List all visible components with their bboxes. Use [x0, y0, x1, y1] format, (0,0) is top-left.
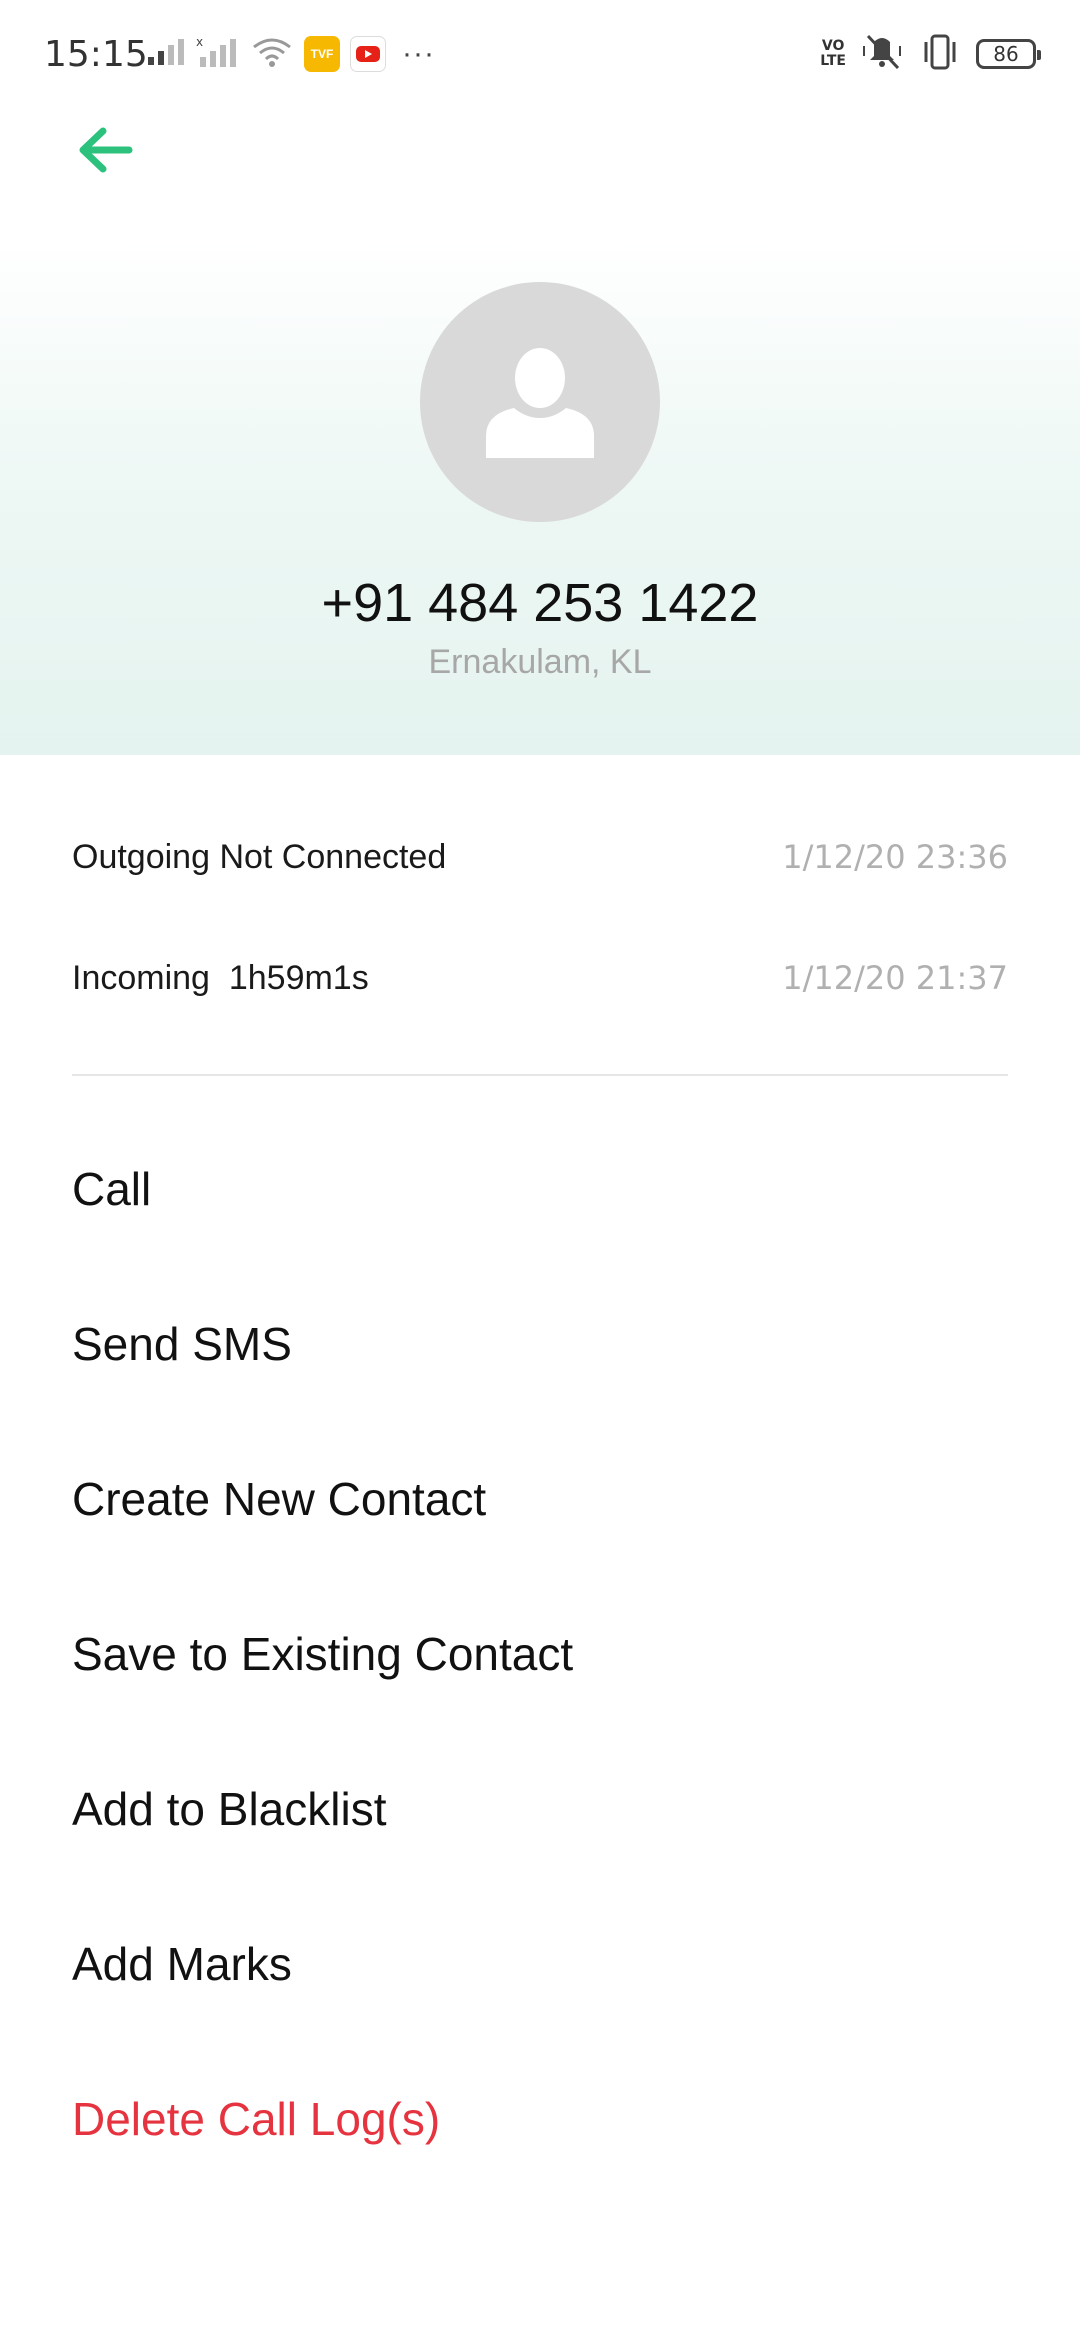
volte-top: VO — [821, 38, 845, 54]
send-sms-button[interactable]: Send SMS — [0, 1267, 1080, 1422]
more-notifications-icon: ··· — [402, 37, 435, 70]
add-marks-button[interactable]: Add Marks — [0, 1887, 1080, 2042]
call-log-row: Outgoing Not Connected 1/12/20 23:36 — [72, 800, 1008, 921]
tvf-badge-label: TVF — [310, 47, 334, 61]
call-log-time: 1/12/20 21:37 — [782, 959, 1008, 997]
call-log-type: Outgoing Not Connected — [72, 838, 447, 876]
status-bar: 15:15 x TVF ··· VO LTE 86 — [0, 0, 1080, 110]
volte-icon: VO LTE — [820, 39, 846, 69]
vibrate-muted-icon — [860, 32, 904, 77]
call-log-list: Outgoing Not Connected 1/12/20 23:36 Inc… — [72, 800, 1008, 1042]
tvf-app-icon: TVF — [304, 36, 340, 72]
status-right-icons: VO LTE 86 — [820, 30, 1041, 78]
phone-number: +91 484 253 1422 — [321, 573, 759, 633]
volte-bottom: LTE — [820, 53, 846, 69]
back-arrow-icon — [79, 127, 133, 173]
create-new-contact-button[interactable]: Create New Contact — [0, 1422, 1080, 1577]
signal-icon — [146, 37, 186, 72]
save-to-existing-contact-button[interactable]: Save to Existing Contact — [0, 1577, 1080, 1732]
location-label: Ernakulam, KL — [428, 643, 652, 681]
svg-text:x: x — [196, 35, 203, 49]
call-log-time: 1/12/20 23:36 — [782, 838, 1008, 876]
action-list: Call Send SMS Create New Contact Save to… — [0, 1112, 1080, 2197]
wifi-icon — [250, 35, 294, 74]
status-left-icons: x TVF ··· — [146, 30, 435, 78]
call-button[interactable]: Call — [0, 1112, 1080, 1267]
delete-call-logs-button[interactable]: Delete Call Log(s) — [0, 2042, 1080, 2197]
youtube-app-icon — [350, 36, 386, 72]
add-to-blacklist-button[interactable]: Add to Blacklist — [0, 1732, 1080, 1887]
person-icon — [486, 348, 594, 458]
signal-no-service-icon: x — [196, 35, 240, 74]
vibrate-icon — [918, 32, 962, 77]
divider — [72, 1074, 1008, 1076]
avatar — [420, 282, 660, 522]
back-button[interactable] — [70, 118, 140, 182]
call-log-type: Incoming 1h59m1s — [72, 959, 369, 997]
status-time: 15:15 — [44, 34, 148, 75]
contact-header: +91 484 253 1422 Ernakulam, KL — [0, 240, 1080, 755]
call-log-row: Incoming 1h59m1s 1/12/20 21:37 — [72, 921, 1008, 1042]
battery-icon: 86 — [976, 39, 1041, 69]
